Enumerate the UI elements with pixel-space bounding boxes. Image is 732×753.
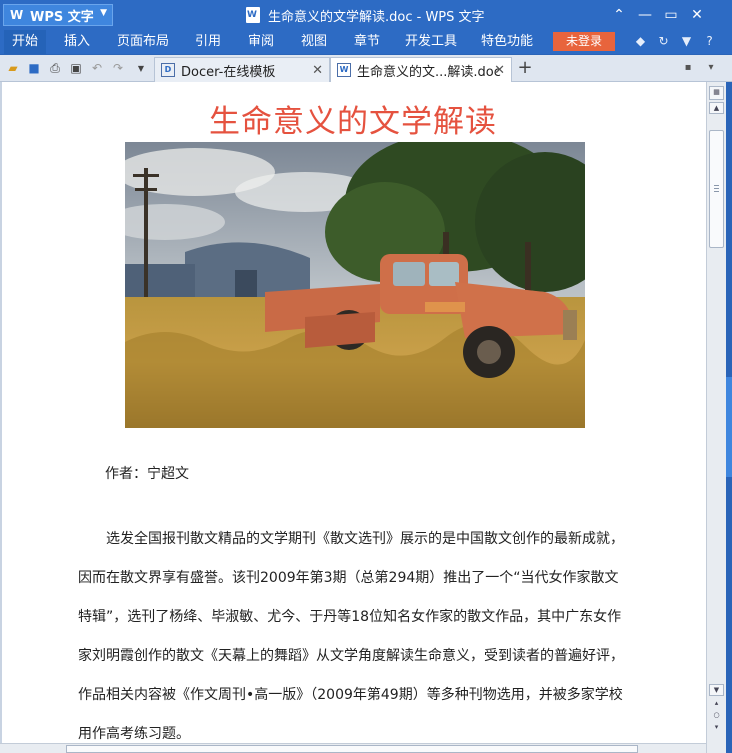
- sync-icon[interactable]: ↻: [655, 33, 672, 50]
- help-icon[interactable]: ?: [701, 33, 718, 50]
- window-title-text: 生命意义的文学解读.doc - WPS 文字: [268, 9, 485, 25]
- vertical-scroll-thumb[interactable]: [709, 130, 724, 248]
- quick-access-dropdown-icon[interactable]: ▼: [132, 59, 150, 77]
- tab-list-icon[interactable]: ▪: [680, 61, 696, 75]
- side-panel-strip: [726, 82, 732, 753]
- document-title: 生命意义的文学解读: [209, 104, 497, 140]
- paragraph-line: 因而在散文界享有盛誉。该刊2009年第3期（总第294期）推出了一个“当代女作家…: [78, 570, 619, 586]
- tab-docer-templates[interactable]: D Docer-在线模板 ✕: [154, 57, 330, 82]
- menu-features[interactable]: 特色功能: [476, 30, 538, 54]
- menu-insert[interactable]: 插入: [56, 30, 98, 54]
- collapse-ribbon-icon[interactable]: ⌃: [606, 4, 632, 26]
- page-left-edge: [0, 82, 2, 743]
- tab-label: Docer-在线模板: [181, 64, 276, 80]
- window-title: 生命意义的文学解读.doc - WPS 文字: [246, 6, 485, 25]
- skin-icon[interactable]: ◆: [632, 33, 649, 50]
- vertical-scrollbar[interactable]: ▦ ▲ ▼ ▴ ○ ▾: [706, 82, 726, 753]
- chevron-down-icon: ▼: [100, 8, 107, 18]
- horizontal-scrollbar[interactable]: [0, 743, 706, 753]
- next-page-icon[interactable]: ▾: [709, 722, 724, 734]
- undo-icon[interactable]: ↶: [88, 59, 106, 77]
- print-preview-icon[interactable]: ▣: [67, 59, 85, 77]
- menu-page-layout[interactable]: 页面布局: [112, 30, 174, 54]
- menu-view[interactable]: 视图: [294, 30, 334, 54]
- paragraph-line: 家刘明霞创作的散文《天幕上的舞蹈》从文学角度解读生命意义，受到读者的普遍好评，: [78, 648, 624, 664]
- open-folder-icon[interactable]: ▰: [4, 59, 22, 77]
- document-canvas[interactable]: 生命意义的文学解读 作者：宁超文 选发全国报刊散文精品的文学期刊《散文选刊》展示…: [0, 82, 706, 743]
- wps-logo-icon: W: [10, 8, 24, 22]
- menu-developer[interactable]: 开发工具: [400, 30, 462, 54]
- select-browse-icon[interactable]: ○: [709, 710, 724, 722]
- paragraph-line: 作品相关内容被《作文周刊•高一版》（2009年第49期）等多种刊物选用，并被多家…: [78, 687, 623, 703]
- docer-icon: D: [161, 63, 175, 77]
- title-bar: W WPS 文字 ▼ 生命意义的文学解读.doc - WPS 文字 ⌃ — ▭ …: [0, 0, 732, 30]
- paragraph-line: 特辑”，选刊了杨绛、毕淑敏、尤今、于丹等18位知名女作家的散文作品，其中广东女作: [78, 609, 622, 625]
- menu-home[interactable]: 开始: [4, 30, 46, 54]
- close-icon[interactable]: ✕: [684, 4, 710, 26]
- app-name: WPS 文字: [30, 9, 94, 25]
- redo-icon[interactable]: ↷: [109, 59, 127, 77]
- tab-current-document[interactable]: W 生命意义的文...解读.doc ✕: [330, 57, 512, 82]
- word-doc-icon: W: [337, 63, 351, 77]
- tab-menu-icon[interactable]: ▾: [703, 61, 719, 75]
- previous-page-icon[interactable]: ▴: [709, 698, 724, 710]
- side-panel-handle[interactable]: [726, 377, 732, 477]
- scroll-down-icon[interactable]: ▼: [709, 684, 724, 696]
- document-tab-bar: ▰ ■ ⎙ ▣ ↶ ↷ ▼ D Docer-在线模板 ✕ W 生命意义的文...…: [0, 55, 732, 82]
- tab-close-icon[interactable]: ✕: [312, 63, 323, 78]
- author-line: 作者：宁超文: [105, 466, 189, 482]
- save-icon[interactable]: ■: [25, 59, 43, 77]
- horizontal-scroll-thumb[interactable]: [66, 745, 638, 753]
- window-controls: ⌃ — ▭ ✕: [606, 4, 710, 26]
- menu-bar: 开始 插入 页面布局 引用 审阅 视图 章节 开发工具 特色功能 未登录 ◆ ↻…: [0, 30, 732, 54]
- menu-review[interactable]: 审阅: [241, 30, 281, 54]
- ruler-toggle-icon[interactable]: ▦: [709, 86, 724, 100]
- print-icon[interactable]: ⎙: [46, 59, 64, 77]
- tab-close-icon[interactable]: ✕: [494, 63, 505, 78]
- app-menu-button[interactable]: W WPS 文字 ▼: [3, 4, 113, 26]
- shirt-icon[interactable]: ▼: [678, 33, 695, 50]
- scroll-up-icon[interactable]: ▲: [709, 102, 724, 114]
- tab-label: 生命意义的文...解读.doc: [357, 64, 501, 80]
- paragraph-line: 选发全国报刊散文精品的文学期刊《散文选刊》展示的是中国散文创作的最新成就，: [106, 531, 624, 547]
- body-paragraph: 选发全国报刊散文精品的文学期刊《散文选刊》展示的是中国散文创作的最新成就， 因而…: [78, 520, 638, 743]
- menu-chapter[interactable]: 章节: [347, 30, 387, 54]
- truck-photo[interactable]: [125, 142, 585, 428]
- add-tab-icon[interactable]: +: [515, 58, 535, 78]
- paragraph-line: 用作高考练习题。: [78, 726, 190, 742]
- document-icon: [246, 7, 260, 23]
- maximize-icon[interactable]: ▭: [658, 4, 684, 26]
- login-button[interactable]: 未登录: [553, 32, 615, 51]
- minimize-icon[interactable]: —: [632, 4, 658, 26]
- menu-references[interactable]: 引用: [188, 30, 228, 54]
- menu-right-icons: ◆ ↻ ▼ ?: [632, 33, 718, 50]
